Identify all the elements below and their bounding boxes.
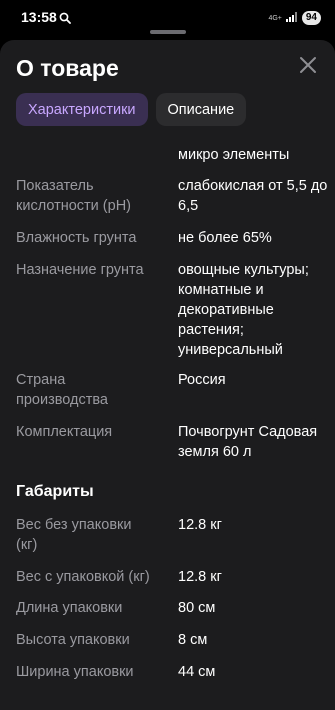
spec-label: Комплектация [16, 424, 113, 440]
sheet-title: О товаре [16, 55, 119, 81]
dimension-label: Длина упаковки [16, 600, 123, 616]
search-icon [59, 11, 71, 29]
sheet-grabber[interactable] [150, 30, 186, 34]
dimension-label: Вес с упаковкой (кг) [16, 569, 150, 585]
dimension-value: 8 см [178, 632, 208, 648]
spec-value: Почвогрунт Садовая земля 60 л [178, 424, 318, 460]
spec-label: Страна производства [16, 372, 108, 408]
spec-value: не более 65% [178, 230, 272, 246]
tab-bar: Характеристики Описание [16, 93, 247, 126]
close-icon [300, 57, 316, 73]
tab-characteristics[interactable]: Характеристики [16, 93, 148, 126]
spec-value: овощные культуры; комнатные и декоративн… [178, 262, 309, 358]
battery-indicator: 94 [301, 11, 321, 25]
spec-value: Россия [178, 372, 226, 388]
spec-value: слабокислая от 5,5 до 6,5 [178, 178, 328, 214]
network-type: 4G+ [268, 14, 282, 22]
spec-label: Назначение грунта [16, 262, 144, 278]
spec-label: Влажность грунта [16, 230, 137, 246]
status-indicators: 4G+ 94 [268, 9, 321, 27]
dimension-label: Ширина упаковки [16, 664, 134, 680]
dimension-value: 12.8 кг [178, 517, 222, 533]
dimension-label: Высота упаковки [16, 632, 130, 648]
tab-description[interactable]: Описание [155, 93, 247, 126]
status-time: 13:58 [21, 9, 57, 25]
spec-label: Показатель кислотности (pH) [16, 178, 131, 214]
dimension-value: 12.8 кг [178, 569, 222, 585]
close-button[interactable] [297, 54, 319, 76]
spec-value-partial: микро элементы [178, 147, 290, 163]
dimension-label: Вес без упаковки (кг) [16, 517, 132, 553]
dimension-value: 80 см [178, 600, 216, 616]
dimensions-heading: Габариты [16, 483, 94, 500]
signal-icon [285, 9, 298, 27]
dimension-value: 44 см [178, 664, 216, 680]
